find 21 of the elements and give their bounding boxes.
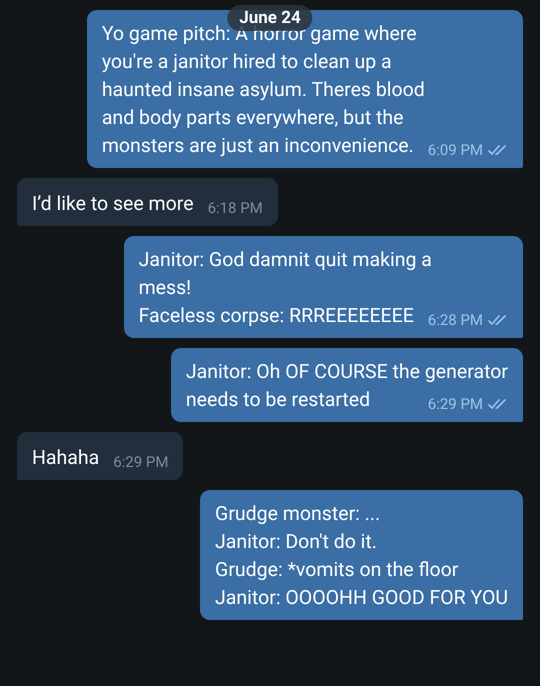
message-text: Faceless corpse: RRREEEEEEEE xyxy=(138,304,414,327)
message-text: Janitor: Don't do it. xyxy=(215,529,378,555)
message-text: I’d like to see more xyxy=(32,192,194,215)
message-text: haunted insane asylum. Theres blood xyxy=(102,77,426,103)
date-badge: June 24 xyxy=(227,5,313,31)
message-text: Grudge monster: ... xyxy=(215,501,382,527)
message-time: 6:29 PM xyxy=(428,394,483,414)
message-text: Janitor: God damnit quit making a xyxy=(138,247,433,273)
message-text: needs to be restarted xyxy=(186,388,370,411)
message-time: 6:18 PM xyxy=(208,198,263,218)
message-time: 6:09 PM xyxy=(428,140,483,160)
message-text: you're a janitor hired to clean up a xyxy=(102,49,393,75)
message-time: 6:29 PM xyxy=(113,452,168,472)
message-text: mess! xyxy=(138,275,192,301)
message-text: Janitor: Oh OF COURSE the generator xyxy=(186,359,508,385)
message-text: Janitor: OOOOHH GOOD FOR YOU xyxy=(215,586,508,609)
message-text: and body parts everywhere, but the xyxy=(102,105,405,131)
message-text: Hahaha xyxy=(32,446,100,469)
message-time: 6:28 PM xyxy=(428,310,483,330)
message-text: monsters are just an inconvenience. xyxy=(102,134,414,157)
message-text: Grudge: *vomits on the floor xyxy=(215,557,460,583)
